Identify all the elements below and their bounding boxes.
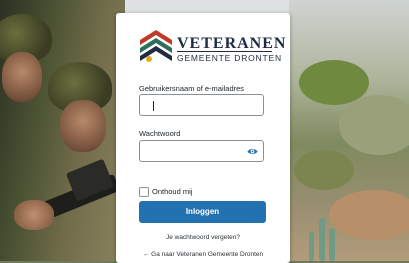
- password-input[interactable]: [139, 140, 264, 162]
- soldiers-area: [0, 0, 125, 261]
- remember-label[interactable]: Onthoud mij: [152, 187, 192, 196]
- cactus: [309, 232, 314, 261]
- brand-logo[interactable]: VETERANEN GEMEENTE DRONTEN: [138, 26, 285, 68]
- cactus: [329, 228, 335, 261]
- bush: [339, 95, 409, 155]
- username-input[interactable]: [139, 94, 264, 116]
- back-to-site-link[interactable]: ← Ga naar Veteranen Gemeente Dronten: [116, 251, 290, 258]
- brand-divider: [177, 51, 272, 52]
- login-card: VETERANEN GEMEENTE DRONTEN Gebruikersnaa…: [116, 13, 290, 263]
- hand: [14, 200, 54, 230]
- login-button[interactable]: Inloggen: [139, 201, 266, 223]
- veteranen-emblem-icon: [140, 30, 172, 62]
- password-label: Wachtwoord: [139, 129, 181, 138]
- username-label: Gebruikersnaam of e-mailadres: [139, 84, 245, 93]
- lost-password-link[interactable]: Je wachtwoord vergeten?: [116, 234, 290, 241]
- cactus: [319, 218, 325, 261]
- face-1: [2, 52, 42, 102]
- brand-subtitle: GEMEENTE DRONTEN: [177, 53, 282, 63]
- rock: [329, 190, 409, 240]
- face-2: [60, 100, 106, 152]
- eye-icon[interactable]: [247, 146, 258, 157]
- text-caret: [153, 101, 154, 111]
- landscape-area: [289, 0, 409, 261]
- remember-checkbox[interactable]: [139, 187, 149, 197]
- bush: [294, 150, 354, 190]
